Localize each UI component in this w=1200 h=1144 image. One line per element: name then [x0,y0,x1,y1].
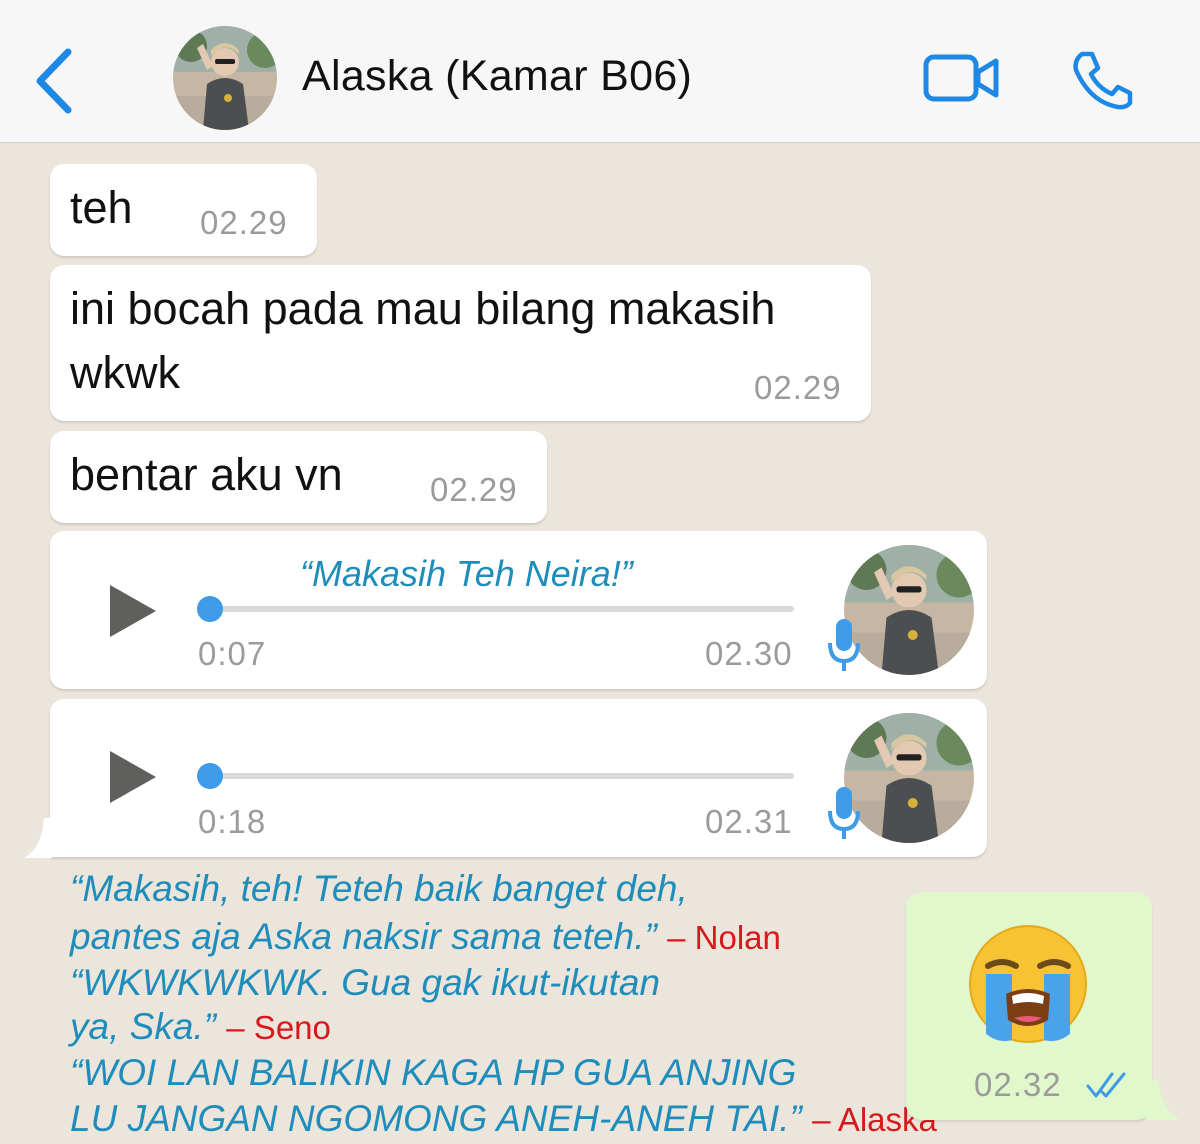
message-text: teh [70,182,133,233]
quote-text: pantes aja Aska naksir sama teteh.” [70,916,657,957]
loudly-crying-face-emoji [969,925,1087,1043]
back-button[interactable] [30,46,80,116]
message-text: bentar aku vn [70,449,343,500]
message-text-line-1: ini bocah pada mau bilang makasih [70,283,776,334]
sender-avatar [844,545,974,675]
play-button[interactable] [106,749,160,805]
quote-line: “WKWKWKWK. Gua gak ikut-ikutan [70,962,661,1003]
message-time: 02.32 [974,1066,1062,1103]
voice-note-progress-track[interactable] [200,606,794,612]
play-button[interactable] [106,583,160,639]
message-text-line-2: wkwk [70,347,180,398]
bubble-tail [24,818,52,858]
quote-line: “Makasih, teh! Teteh baik banget deh, [70,868,688,909]
voice-note-progress-track[interactable] [200,773,794,779]
voice-note-caption: “Makasih Teh Neira!” [300,553,633,594]
voice-call-button[interactable] [1068,50,1134,110]
contact-avatar[interactable] [173,26,277,130]
quote-line: pantes aja Aska naksir sama teteh.” – No… [70,916,781,958]
outgoing-message-bubble[interactable]: 02.32 [906,892,1152,1120]
voice-note-scrubber[interactable] [197,763,223,789]
play-icon [110,585,156,637]
message-bubble[interactable]: bentar aku vn 02.29 [50,431,547,523]
play-icon [110,751,156,803]
message-bubble[interactable]: ini bocah pada mau bilang makasih wkwk 0… [50,265,871,421]
message-time: 02.29 [754,369,842,406]
chevron-left-icon [36,48,72,114]
sender-avatar [844,713,974,843]
contact-name[interactable]: Alaska (Kamar B06) [302,52,692,101]
microphone-icon [826,785,862,841]
quote-speaker: – Nolan [667,919,781,956]
microphone-icon [826,617,862,673]
video-call-button[interactable] [922,52,1002,104]
voice-note-scrubber[interactable] [197,596,223,622]
bubble-tail [1146,1080,1180,1120]
message-bubble[interactable]: teh 02.29 [50,164,317,256]
quote-text: ya, Ska.” [70,1006,216,1047]
voice-note-duration: 0:07 [198,635,267,672]
quote-text: LU JANGAN NGOMONG ANEH-ANEH TAI.” [70,1098,802,1139]
double-check-icon [1086,1072,1126,1098]
quote-line: ya, Ska.” – Seno [70,1006,331,1048]
quote-speaker: – Seno [226,1009,331,1046]
voice-note-duration: 0:18 [198,803,267,840]
message-time: 02.29 [430,471,518,508]
quote-line: “WOI LAN BALIKIN KAGA HP GUA ANJING [70,1052,797,1093]
voice-note-time: 02.31 [705,803,793,840]
voice-note-time: 02.30 [705,635,793,672]
chat-header: Alaska (Kamar B06) [0,0,1200,143]
quote-line: LU JANGAN NGOMONG ANEH-ANEH TAI.” – Alas… [70,1098,937,1140]
voice-note-bubble[interactable]: 0:18 02.31 [50,699,987,857]
video-camera-icon [923,54,999,102]
phone-icon [1073,51,1133,110]
message-time: 02.29 [200,204,288,241]
voice-note-bubble[interactable]: “Makasih Teh Neira!” 0:07 02.30 [50,531,987,689]
